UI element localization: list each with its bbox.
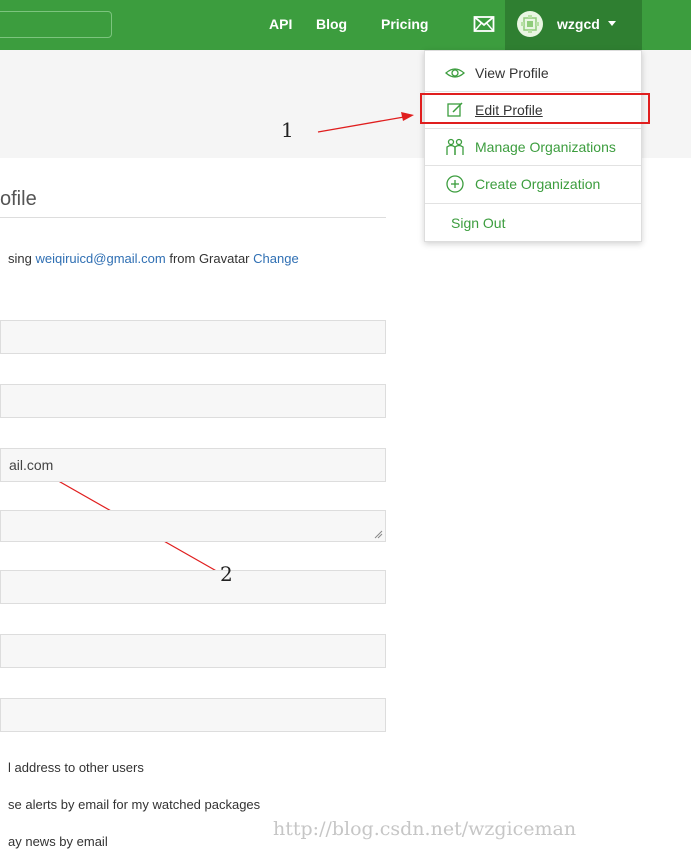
watermark: http://blog.csdn.net/wzgiceman: [273, 818, 577, 840]
arrowhead-icon: [401, 112, 414, 121]
annotation-label-2: 2: [220, 562, 233, 586]
checkbox-label-release-alerts[interactable]: se alerts by email for my watched packag…: [8, 797, 260, 812]
fullname-field[interactable]: [0, 320, 386, 354]
twitter-field[interactable]: [0, 698, 386, 732]
divider: [0, 217, 386, 218]
bio-textarea[interactable]: [0, 510, 386, 542]
gravatar-change-link[interactable]: Change: [253, 251, 299, 266]
checkbox-label-show-email[interactable]: l address to other users: [8, 760, 144, 775]
checkbox-label-news[interactable]: ay news by email: [8, 834, 108, 849]
resize-grip-icon[interactable]: [373, 529, 383, 539]
gravatar-email-link[interactable]: weiqiruicd@gmail.com: [35, 251, 165, 266]
homepage-field[interactable]: [0, 570, 386, 604]
github-field[interactable]: [0, 634, 386, 668]
email-field[interactable]: ail.com: [0, 448, 386, 482]
username-field[interactable]: [0, 384, 386, 418]
page-title: ofile: [0, 188, 37, 210]
gravatar-info: sing weiqiruicd@gmail.com from Gravatar …: [8, 251, 299, 266]
